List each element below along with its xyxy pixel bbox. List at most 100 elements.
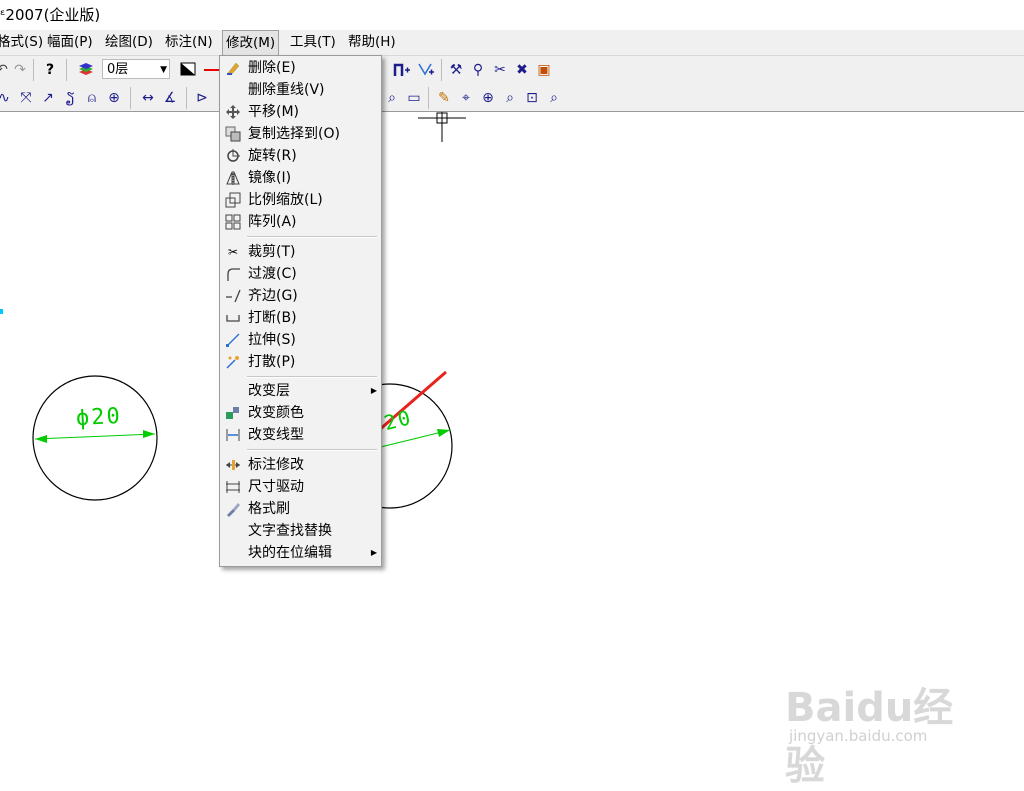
stretch-icon bbox=[225, 332, 241, 348]
menu-help[interactable]: 帮助(H) bbox=[345, 30, 399, 55]
menu-bar: 格式(S) 幅面(P) 绘图(D) 标注(N) 修改(M) 工具(T) 帮助(H… bbox=[0, 30, 1024, 56]
layer-select[interactable]: 0层 ▼ bbox=[102, 59, 170, 79]
menu-item-dim-drive[interactable]: 尺寸驱动 bbox=[220, 476, 381, 498]
modify-dropdown-menu: 删除(E) 删除重线(V) 平移(M) 复制选择到(O) 旋转(R) 镜像(I)… bbox=[219, 55, 382, 567]
toolbar-separator bbox=[441, 59, 442, 81]
menu-item-delete[interactable]: 删除(E) bbox=[220, 57, 381, 79]
dim-drive-icon bbox=[225, 479, 241, 495]
menu-item-trim[interactable]: ✂ 裁剪(T) bbox=[220, 241, 381, 263]
menu-modify[interactable]: 修改(M) bbox=[222, 30, 280, 55]
pan-icon[interactable]: ⌕ bbox=[544, 88, 564, 108]
menu-item-text-find-replace[interactable]: 文字查找替换 bbox=[220, 520, 381, 542]
pick-icon[interactable]: ⌖ bbox=[456, 88, 476, 108]
linear-dimension-icon[interactable]: ↔ bbox=[138, 88, 158, 108]
toolbar-separator bbox=[66, 59, 67, 81]
menu-item-rotate[interactable]: 旋转(R) bbox=[220, 145, 381, 167]
watermark-url: jingyan.baidu.com bbox=[789, 727, 928, 745]
menu-draw[interactable]: 绘图(D) bbox=[102, 30, 156, 55]
pen-icon[interactable]: ✎ bbox=[434, 88, 454, 108]
spline-icon[interactable]: ⤧ bbox=[16, 88, 36, 108]
point-icon[interactable] bbox=[416, 60, 436, 80]
hatch-icon[interactable]: ⍝ bbox=[82, 88, 102, 108]
title-bar: ᵋ2007(企业版) bbox=[0, 0, 1024, 30]
tool-icon[interactable]: ✂ bbox=[490, 60, 510, 80]
eraser-icon bbox=[225, 60, 241, 76]
brush-icon bbox=[225, 501, 241, 517]
zoom-in-icon[interactable]: ⊕ bbox=[478, 88, 498, 108]
menu-dimension[interactable]: 标注(N) bbox=[162, 30, 216, 55]
dim-arrow-left bbox=[35, 435, 47, 443]
rotate-icon bbox=[225, 148, 241, 164]
linetype-preview[interactable] bbox=[204, 69, 220, 71]
scissors-icon: ✂ bbox=[227, 245, 239, 259]
attribute-icon[interactable]: ⚒ bbox=[446, 60, 466, 80]
menu-item-extend[interactable]: 齐边(G) bbox=[220, 285, 381, 307]
standard-toolbar: ↶ ↷ ? 0层 ▼ ⚒ ⚲ ✂ ✖ ▣ bbox=[0, 56, 1024, 85]
toolbar-separator bbox=[428, 87, 429, 109]
measure-icon[interactable]: ▭ bbox=[404, 88, 424, 108]
fillet-icon bbox=[225, 266, 241, 282]
dim-line-left bbox=[34, 433, 156, 440]
explode-icon bbox=[225, 354, 241, 370]
menu-item-break[interactable]: 打断(B) bbox=[220, 307, 381, 329]
baidu-watermark: Baidu经验 jingyan.baidu.com bbox=[785, 655, 985, 789]
query-icon[interactable]: ⚲ bbox=[468, 60, 488, 80]
chevron-down-icon: ▼ bbox=[160, 65, 167, 75]
zoom-all-icon[interactable]: ⊡ bbox=[522, 88, 542, 108]
toolbar-separator bbox=[33, 59, 34, 81]
menu-item-dim-edit[interactable]: 标注修改 bbox=[220, 454, 381, 476]
dim-arrow-right2 bbox=[437, 429, 450, 437]
menu-item-explode[interactable]: 打散(P) bbox=[220, 351, 381, 373]
layer-value: 0层 bbox=[107, 62, 129, 77]
menu-item-fillet[interactable]: 过渡(C) bbox=[220, 263, 381, 285]
menu-item-delete-duplicate[interactable]: 删除重线(V) bbox=[220, 79, 381, 101]
dim-edit-icon bbox=[225, 457, 241, 473]
menu-item-array[interactable]: 阵列(A) bbox=[220, 211, 381, 233]
menu-sheet[interactable]: 幅面(P) bbox=[44, 30, 96, 55]
move-icon bbox=[225, 104, 241, 120]
layer-manager-icon[interactable] bbox=[76, 60, 96, 80]
color-change-icon bbox=[225, 405, 241, 421]
break-icon bbox=[225, 310, 241, 326]
menu-item-scale[interactable]: 比例缩放(L) bbox=[220, 189, 381, 211]
zoom-window-icon[interactable]: ⌕ bbox=[382, 88, 402, 108]
curve-icon[interactable]: ຽ bbox=[60, 88, 80, 108]
menu-item-format-brush[interactable]: 格式刷 bbox=[220, 498, 381, 520]
polyline-icon[interactable] bbox=[392, 60, 412, 80]
extend-icon bbox=[225, 288, 241, 304]
clipboard-icon[interactable]: ▣ bbox=[534, 60, 554, 80]
menu-item-copy-to[interactable]: 复制选择到(O) bbox=[220, 123, 381, 145]
dimension-text-left: ϕ20 bbox=[75, 403, 123, 432]
menu-separator bbox=[247, 449, 377, 451]
crosshair-cursor bbox=[418, 112, 466, 142]
menu-separator bbox=[247, 376, 377, 378]
close-tool-icon[interactable]: ✖ bbox=[512, 60, 532, 80]
menu-item-change-color[interactable]: 改变颜色 bbox=[220, 402, 381, 424]
menu-format[interactable]: 格式(S) bbox=[0, 30, 46, 55]
leader-icon[interactable]: ⊳ bbox=[192, 88, 212, 108]
color-icon[interactable] bbox=[178, 60, 198, 80]
window-title: ᵋ2007(企业版) bbox=[0, 6, 101, 24]
menu-item-stretch[interactable]: 拉伸(S) bbox=[220, 329, 381, 351]
menu-item-block-inplace-edit[interactable]: 块的在位编辑 ▶ bbox=[220, 542, 381, 564]
dim-arrow-right bbox=[143, 430, 155, 438]
mirror-icon bbox=[225, 170, 241, 186]
arc-icon[interactable]: ∿ bbox=[0, 88, 14, 108]
help-icon[interactable]: ? bbox=[40, 60, 60, 80]
angular-dimension-icon[interactable]: ∡ bbox=[160, 88, 180, 108]
submenu-arrow-icon: ▶ bbox=[370, 548, 377, 557]
center-mark-icon[interactable]: ⊕ bbox=[104, 88, 124, 108]
menu-item-mirror[interactable]: 镜像(I) bbox=[220, 167, 381, 189]
cursor-marker bbox=[0, 309, 3, 314]
array-icon bbox=[225, 214, 241, 230]
ray-icon[interactable]: ↗ bbox=[38, 88, 58, 108]
copy-icon bbox=[225, 126, 241, 142]
redo-icon[interactable]: ↷ bbox=[10, 60, 30, 80]
toolbar-separator bbox=[186, 87, 187, 109]
menu-item-move[interactable]: 平移(M) bbox=[220, 101, 381, 123]
linetype-icon bbox=[225, 427, 241, 443]
menu-item-change-linetype[interactable]: 改变线型 bbox=[220, 424, 381, 446]
menu-item-change-layer[interactable]: 改变层 ▶ bbox=[220, 380, 381, 402]
menu-tools[interactable]: 工具(T) bbox=[287, 30, 339, 55]
zoom-icon[interactable]: ⌕ bbox=[500, 88, 520, 108]
